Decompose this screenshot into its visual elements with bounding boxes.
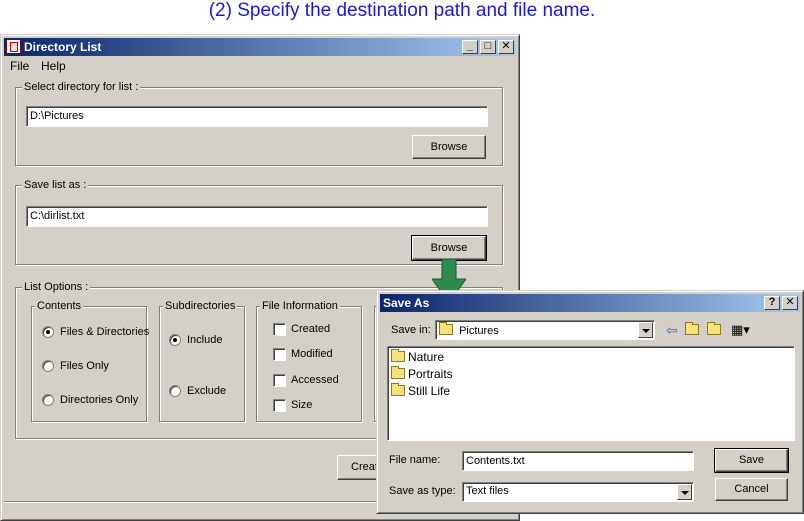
folder-item-still-life[interactable]: Still Life [391,383,451,398]
list-options-label: List Options : [22,280,91,294]
check-label: Created [291,323,331,335]
checkbox[interactable] [273,348,286,361]
save-button[interactable]: Save [714,448,789,473]
save-type-label: Save as type: [389,485,456,497]
radio-label: Directories Only [60,394,139,406]
file-name-input[interactable]: Contents.txt [462,451,694,471]
file-information-label: File Information [260,299,340,313]
radio-label: Include [187,334,223,346]
contents-group: Contents Files & Directories Files Only … [31,299,150,422]
save-in-value: Pictures [459,325,499,337]
select-directory-label: Select directory for list : [22,80,141,94]
radio-circle[interactable] [169,385,181,397]
chevron-down-icon[interactable] [677,484,692,500]
save-in-combo[interactable]: Pictures [435,320,655,340]
subdirectories-label: Subdirectories [163,299,238,313]
help-button[interactable]: ? [764,296,780,310]
folder-name: Still Life [408,384,451,398]
folder-icon [439,322,453,335]
menu-file[interactable]: File [10,59,29,73]
dialog-close-button[interactable]: ✕ [782,296,798,310]
radio-label: Files Only [60,360,109,372]
radio-circle[interactable] [42,394,54,406]
contents-label: Contents [35,299,84,313]
save-in-label: Save in: [391,324,431,336]
app-icon [6,39,21,54]
folder-icon [391,349,405,362]
check-label: Size [291,399,313,411]
instruction-caption: (2) Specify the destination path and fil… [208,0,596,21]
browse-save-button[interactable]: Browse [411,235,487,261]
maximize-button[interactable]: □ [480,40,496,54]
close-button[interactable]: ✕ [498,40,514,54]
radio-circle[interactable] [42,360,54,372]
save-as-dialog: Save As ? ✕ Save in: Pictures ⇦ ▦▾ Natur… [376,290,804,514]
check-label: Accessed [291,374,339,386]
folder-icon [391,383,405,396]
folder-list[interactable]: Nature Portraits Still Life [387,346,795,441]
radio-label: Files & Directories [60,326,150,338]
directory-path-input[interactable]: D:\Pictures [26,106,488,127]
cancel-button[interactable]: Cancel [715,478,788,501]
main-window-title: Directory List [24,40,102,54]
save-list-label: Save list as : [22,178,89,192]
minimize-button[interactable]: _ [462,40,478,54]
up-folder-icon[interactable] [685,321,699,337]
radio-label: Exclude [187,385,227,397]
save-type-value: Text files [466,485,509,497]
radio-circle[interactable] [169,334,181,346]
chevron-down-icon[interactable] [638,322,653,338]
folder-item-nature[interactable]: Nature [391,349,445,364]
save-as-title: Save As [383,296,430,310]
back-arrow-icon[interactable]: ⇦ [666,322,678,338]
new-folder-icon[interactable] [707,321,721,337]
checkbox[interactable] [273,374,286,387]
folder-item-portraits[interactable]: Portraits [391,366,453,381]
save-path-input[interactable]: C:\dirlist.txt [26,206,488,227]
folder-name: Nature [408,350,445,364]
file-information-group: File Information Created Modified Access… [256,299,362,422]
main-titlebar: Directory List _ □ ✕ [4,38,516,56]
save-as-titlebar: Save As ? ✕ [380,294,800,312]
save-list-group: Save list as : C:\dirlist.txt Browse [15,178,503,265]
folder-icon [391,366,405,379]
save-type-combo[interactable]: Text files [462,482,694,502]
browse-directory-button[interactable]: Browse [412,135,486,159]
menu-help[interactable]: Help [41,59,66,73]
file-name-label: File name: [389,454,441,466]
check-label: Modified [291,348,333,360]
view-menu-icon[interactable]: ▦▾ [731,322,750,338]
checkbox[interactable] [273,323,286,336]
radio-circle[interactable] [42,326,54,338]
folder-name: Portraits [408,367,453,381]
checkbox[interactable] [273,399,286,412]
select-directory-group: Select directory for list : D:\Pictures … [15,80,503,166]
subdirectories-group: Subdirectories Include Exclude [159,299,245,422]
